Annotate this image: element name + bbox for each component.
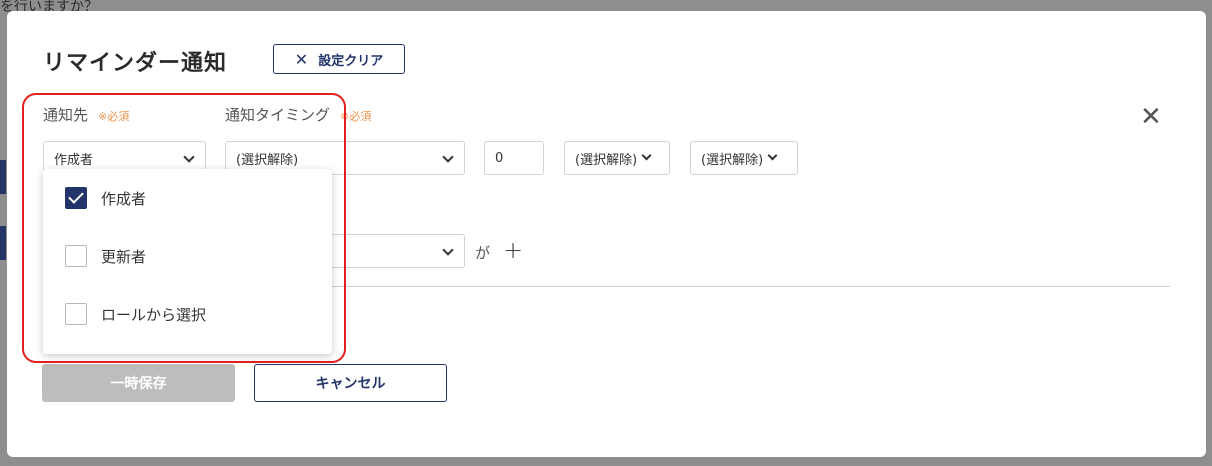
relation-select-value: (選択解除)	[701, 152, 764, 168]
unit-select[interactable]: (選択解除)	[564, 141, 670, 175]
cancel-button[interactable]: キャンセル	[254, 364, 447, 402]
modal-title: リマインダー通知	[43, 51, 228, 76]
checkbox[interactable]	[65, 303, 87, 325]
checkbox[interactable]	[65, 245, 87, 267]
temporary-save-button[interactable]: 一時保存	[42, 364, 235, 402]
dropdown-item-label: ロールから選択	[101, 305, 207, 324]
recipient-label-text: 通知先	[43, 106, 89, 124]
close-icon: ✕	[294, 49, 309, 69]
clear-settings-label: 設定クリア	[318, 53, 384, 69]
offset-input[interactable]	[484, 141, 544, 175]
unit-select-value: (選択解除)	[575, 152, 638, 168]
dropdown-item-label: 更新者	[101, 247, 147, 266]
dropdown-item-updater[interactable]: 更新者	[65, 245, 146, 267]
dropdown-item-role[interactable]: ロールから選択	[65, 303, 206, 325]
recipient-dropdown-menu: 作成者 更新者 ロールから選択	[43, 169, 332, 354]
plus-icon[interactable]: +	[503, 236, 523, 264]
timing-label-text: 通知タイミング	[225, 106, 331, 124]
dropdown-item-creator[interactable]: 作成者	[65, 187, 146, 209]
relation-select[interactable]: (選択解除)	[690, 141, 798, 175]
clear-settings-button[interactable]: ✕ 設定クリア	[273, 44, 405, 74]
backdrop-side-tab	[0, 226, 6, 260]
chevron-down-icon	[767, 150, 778, 161]
required-badge: ※必須	[98, 110, 130, 123]
close-icon[interactable]: ✕	[1140, 104, 1162, 130]
chevron-down-icon	[183, 151, 195, 163]
timing-label: 通知タイミング ※必須	[225, 104, 371, 125]
ga-particle: が	[475, 244, 491, 262]
chevron-down-icon	[442, 151, 454, 163]
chevron-down-icon	[641, 150, 652, 161]
required-badge: ※必須	[340, 110, 372, 123]
recipient-select-value: 作成者	[54, 152, 94, 168]
dropdown-item-label: 作成者	[101, 189, 147, 208]
reminder-modal: リマインダー通知 ✕ 設定クリア ✕ 通知先 ※必須 通知タイミング ※必須 作成者…	[7, 11, 1206, 457]
chevron-down-icon	[442, 244, 454, 256]
backdrop-side-tab	[0, 160, 6, 194]
checkbox-checked[interactable]	[65, 187, 87, 209]
recipient-label: 通知先 ※必須	[43, 104, 129, 125]
timing-select-value: (選択解除)	[236, 152, 299, 168]
